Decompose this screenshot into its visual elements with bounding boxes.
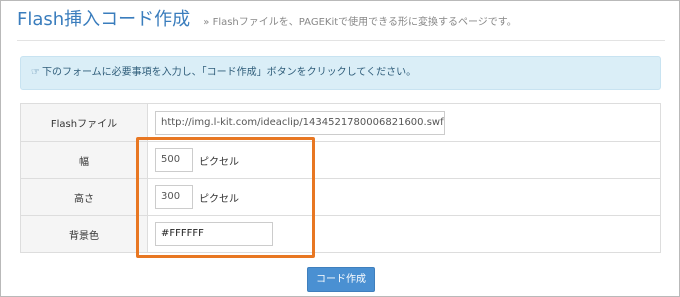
flash-form-table: Flashファイル http://img.l-kit.com/ideaclip/…: [20, 103, 661, 253]
width-label: 幅: [20, 141, 148, 179]
flash-file-url-input[interactable]: http://img.l-kit.com/ideaclip/1434521780…: [155, 110, 445, 135]
page-header: Flash挿入コード作成 » Flashファイルを、PAGEKitで使用できる形…: [17, 9, 665, 41]
highlight-annotation-box: [136, 137, 315, 258]
form-row-file: Flashファイル http://img.l-kit.com/ideaclip/…: [20, 103, 661, 142]
hand-pointer-icon: ☞: [31, 67, 40, 78]
bgcolor-label: 背景色: [20, 215, 148, 253]
instruction-notice: ☞ 下のフォームに必要事項を入力し、「コード作成」ボタンをクリックしてください。: [20, 56, 661, 90]
notice-text: 下のフォームに必要事項を入力し、「コード作成」ボタンをクリックしてください。: [41, 67, 417, 78]
file-cell: http://img.l-kit.com/ideaclip/1434521780…: [147, 103, 661, 142]
page-title: Flash挿入コード作成: [17, 9, 191, 30]
create-code-button[interactable]: コード作成: [307, 267, 375, 292]
form-row-height: 高さ 300 ピクセル: [20, 178, 661, 216]
form-row-bgcolor: 背景色 #FFFFFF: [20, 215, 661, 253]
height-label: 高さ: [20, 178, 148, 216]
form-row-width: 幅 500 ピクセル: [20, 141, 661, 179]
page-frame: Flash挿入コード作成 » Flashファイルを、PAGEKitで使用できる形…: [0, 0, 680, 297]
page-subtitle: » Flashファイルを、PAGEKitで使用できる形に変換するページです。: [203, 17, 517, 28]
file-label: Flashファイル: [20, 103, 148, 142]
